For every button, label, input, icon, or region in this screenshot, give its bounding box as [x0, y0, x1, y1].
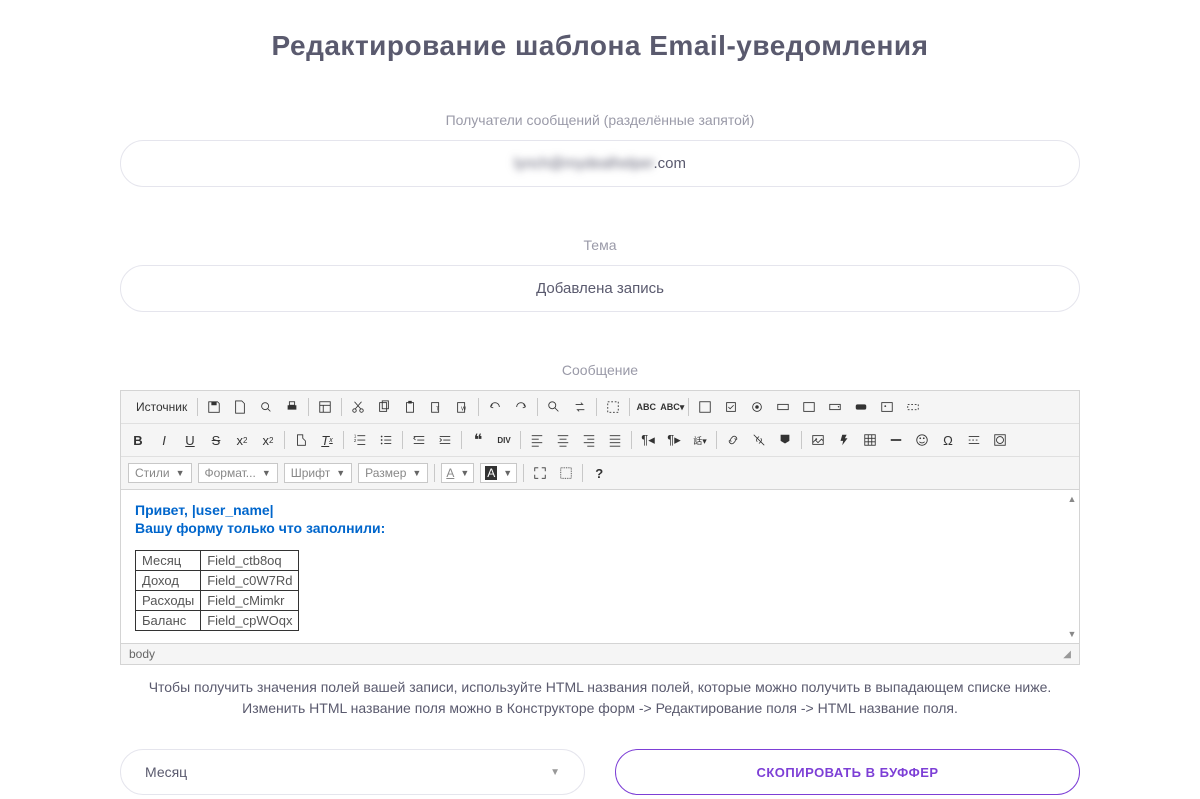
form-icon[interactable]	[693, 395, 717, 419]
chevron-down-icon: ▼	[550, 767, 560, 778]
source-button[interactable]: Источник	[126, 398, 193, 416]
bulletlist-icon[interactable]	[374, 428, 398, 452]
italic-icon[interactable]: I	[152, 428, 176, 452]
bold-icon[interactable]: B	[126, 428, 150, 452]
greeting-text: Привет, |user_name|	[135, 502, 1065, 518]
textarea-icon[interactable]	[797, 395, 821, 419]
undo-icon[interactable]	[483, 395, 507, 419]
svg-text:2: 2	[354, 438, 357, 443]
message-label: Сообщение	[20, 362, 1180, 378]
imagebutton-icon[interactable]	[875, 395, 899, 419]
underline-icon[interactable]: U	[178, 428, 202, 452]
align-left-icon[interactable]	[525, 428, 549, 452]
print-icon[interactable]	[280, 395, 304, 419]
paste-word-icon[interactable]: W	[450, 395, 474, 419]
table-row: БалансField_cpWOqx	[136, 611, 299, 631]
hr-icon[interactable]	[884, 428, 908, 452]
templates-icon[interactable]	[313, 395, 337, 419]
recipients-label: Получатели сообщений (разделённые запято…	[20, 112, 1180, 128]
table-row: ДоходField_c0W7Rd	[136, 571, 299, 591]
recipients-value-blur: lynch@mydealhelper	[514, 155, 653, 172]
subject-label: Тема	[20, 237, 1180, 253]
radio-icon[interactable]	[745, 395, 769, 419]
page-title: Редактирование шаблона Email-уведомления	[20, 30, 1180, 62]
copy-icon[interactable]	[372, 395, 396, 419]
table-icon[interactable]	[858, 428, 882, 452]
about-icon[interactable]: ?	[587, 461, 611, 485]
removeformat-icon[interactable]: Tx	[315, 428, 339, 452]
pagebreak-icon[interactable]	[962, 428, 986, 452]
iframe-icon[interactable]	[988, 428, 1012, 452]
subject-input[interactable]	[120, 265, 1080, 312]
cut-icon[interactable]	[346, 395, 370, 419]
scroll-down-icon[interactable]: ▼	[1067, 629, 1077, 639]
bgcolor-dropdown[interactable]: A▼	[480, 463, 517, 483]
smiley-icon[interactable]	[910, 428, 934, 452]
table-row: РасходыField_cMimkr	[136, 591, 299, 611]
spellcheck-icon[interactable]: ABC	[634, 395, 658, 419]
checkbox-icon[interactable]	[719, 395, 743, 419]
image-icon[interactable]	[806, 428, 830, 452]
save-icon[interactable]	[202, 395, 226, 419]
align-center-icon[interactable]	[551, 428, 575, 452]
indent-icon[interactable]	[433, 428, 457, 452]
flash-icon[interactable]	[832, 428, 856, 452]
format-dropdown[interactable]: Формат...▼	[198, 463, 278, 483]
numberlist-icon[interactable]: 12	[348, 428, 372, 452]
button-icon[interactable]	[849, 395, 873, 419]
field-select[interactable]: Месяц ▼	[120, 749, 585, 795]
subscript-icon[interactable]: x2	[230, 428, 254, 452]
size-dropdown[interactable]: Размер▼	[358, 463, 428, 483]
textcolor-dropdown[interactable]: A▼	[441, 463, 474, 483]
font-dropdown[interactable]: Шрифт▼	[284, 463, 352, 483]
scayt-icon[interactable]: ABC▾	[660, 395, 684, 419]
styles-dropdown[interactable]: Стили▼	[128, 463, 192, 483]
editor-statusbar: body ◢	[121, 643, 1079, 664]
ltr-icon[interactable]: ¶◂	[636, 428, 660, 452]
redo-icon[interactable]	[509, 395, 533, 419]
unlink-icon[interactable]	[747, 428, 771, 452]
resize-handle-icon[interactable]: ◢	[1063, 649, 1071, 660]
anchor-icon[interactable]	[773, 428, 797, 452]
blockquote-icon[interactable]: ❝	[466, 428, 490, 452]
copyformat-icon[interactable]	[289, 428, 313, 452]
strike-icon[interactable]: S	[204, 428, 228, 452]
recipients-value-suffix: .com	[653, 155, 686, 172]
creatediv-icon[interactable]: DIV	[492, 428, 516, 452]
editor-scrollbar[interactable]: ▲ ▼	[1067, 494, 1077, 639]
table-row: МесяцField_ctb8oq	[136, 551, 299, 571]
rtl-icon[interactable]: ¶▸	[662, 428, 686, 452]
specialchar-icon[interactable]: Ω	[936, 428, 960, 452]
element-path[interactable]: body	[129, 647, 155, 661]
outdent-icon[interactable]	[407, 428, 431, 452]
align-right-icon[interactable]	[577, 428, 601, 452]
help-text: Чтобы получить значения полей вашей запи…	[120, 677, 1080, 719]
svg-text:T: T	[436, 407, 440, 413]
fields-table: МесяцField_ctb8oq ДоходField_c0W7Rd Расх…	[135, 550, 299, 631]
rich-text-editor: Источник T W	[120, 390, 1080, 665]
paste-icon[interactable]	[398, 395, 422, 419]
svg-text:W: W	[461, 407, 466, 413]
maximize-icon[interactable]	[528, 461, 552, 485]
link-icon[interactable]	[721, 428, 745, 452]
superscript-icon[interactable]: x2	[256, 428, 280, 452]
align-justify-icon[interactable]	[603, 428, 627, 452]
replace-icon[interactable]	[568, 395, 592, 419]
paste-text-icon[interactable]: T	[424, 395, 448, 419]
preview-icon[interactable]	[254, 395, 278, 419]
showblocks-icon[interactable]	[554, 461, 578, 485]
find-icon[interactable]	[542, 395, 566, 419]
textfield-icon[interactable]	[771, 395, 795, 419]
select-all-icon[interactable]	[601, 395, 625, 419]
filled-text: Вашу форму только что заполнили:	[135, 520, 1065, 536]
scroll-up-icon[interactable]: ▲	[1067, 494, 1077, 504]
copy-to-buffer-button[interactable]: СКОПИРОВАТЬ В БУФФЕР	[615, 749, 1080, 795]
editor-content[interactable]: Привет, |user_name| Вашу форму только чт…	[121, 490, 1079, 643]
language-icon[interactable]: 話▾	[688, 428, 712, 452]
hiddenfield-icon[interactable]	[901, 395, 925, 419]
editor-toolbar: Источник T W	[121, 391, 1079, 490]
select-icon[interactable]	[823, 395, 847, 419]
recipients-input[interactable]: lynch@mydealhelper.com	[120, 140, 1080, 187]
new-page-icon[interactable]	[228, 395, 252, 419]
